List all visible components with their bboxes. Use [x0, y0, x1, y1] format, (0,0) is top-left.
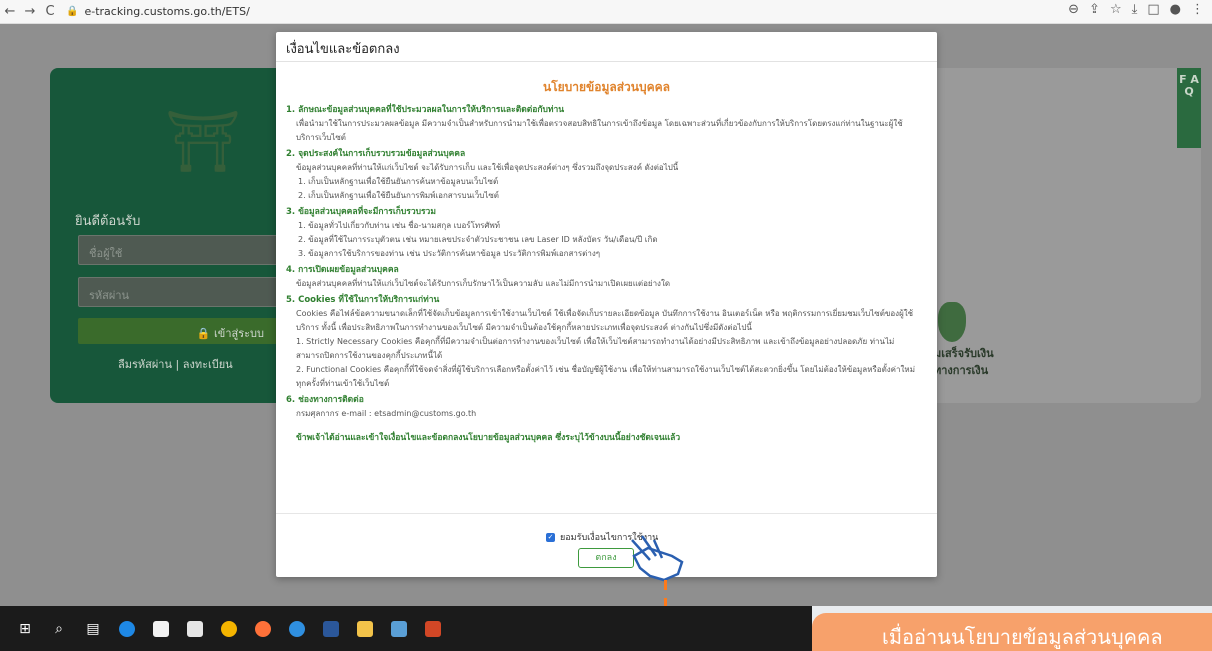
- password-input[interactable]: รหัสผ่าน: [78, 277, 278, 307]
- reload-icon[interactable]: C: [40, 2, 60, 22]
- address-bar[interactable]: 🔒 e-tracking.customs.go.th/ETS/: [66, 5, 250, 18]
- section-text: 2. Functional Cookies คือคุกกี้ที่ใช้จดจ…: [296, 365, 915, 374]
- mail-icon[interactable]: [180, 614, 210, 644]
- download-icon[interactable]: ⤓: [1132, 2, 1138, 17]
- receipt-service-label[interactable]: มเสร็จรับเงิน ทางการเงิน: [934, 345, 994, 379]
- annotation-callout: เมื่ออ่านนโยบายข้อมูลส่วนบุคคล: [812, 613, 1212, 651]
- browser-actions: ⊖ ⇪ ☆ ⤓ □ ● ⋮: [1068, 2, 1204, 17]
- browser-toolbar: ← → C 🔒 e-tracking.customs.go.th/ETS/ ⊖ …: [0, 0, 1212, 24]
- section-text: ข้อมูลส่วนบุคคลที่ท่านให้แก่เว็บไซต์จะได…: [296, 279, 671, 288]
- forgot-register-links[interactable]: ลืมรหัสผ่าน | ลงทะเบียน: [118, 355, 233, 373]
- section-text: สามารถปิดการใช้งานของคุกกี้ประเภทนี้ได้: [296, 351, 443, 360]
- policy-title: นโยบายข้อมูลส่วนบุคคล: [542, 80, 671, 94]
- section-heading: 2. จุดประสงค์ในการเก็บรวบรวมข้อมูลส่วนบุ…: [286, 149, 466, 159]
- section-text: 1. เก็บเป็นหลักฐานเพื่อใช้ยืนยันการค้นหา…: [298, 177, 499, 186]
- edge-icon[interactable]: [112, 614, 142, 644]
- agreement-statement: ข้าพเจ้าได้อ่านและเข้าใจเงื่อนไขและข้อตก…: [296, 433, 681, 443]
- faq-tab[interactable]: F A Q: [1177, 68, 1201, 148]
- section-text: 2. เก็บเป็นหลักฐานเพื่อใช้ยืนยันการพิมพ์…: [298, 191, 499, 200]
- money-bag-icon: [938, 302, 966, 342]
- section-text: บริการ ทั้งนี้ เพื่อประสิทธิภาพในการทำงา…: [296, 323, 752, 332]
- section-text: บริการเว็บไซต์: [296, 133, 346, 142]
- section-text: เพื่อนำมาใช้ในการประมวลผลข้อมูล มีความจำ…: [296, 119, 903, 128]
- section-heading: 5. Cookies ที่ใช้ในการให้บริการแก่ท่าน: [286, 295, 440, 305]
- chrome-icon[interactable]: [214, 614, 244, 644]
- receipt-line-1: มเสร็จรับเงิน: [934, 347, 994, 360]
- modal-title: เงื่อนไขและข้อตกลง: [276, 32, 937, 62]
- photos-icon[interactable]: [384, 614, 414, 644]
- modal-body[interactable]: นโยบายข้อมูลส่วนบุคคล 1. ลักษณะข้อมูลส่ว…: [276, 62, 937, 512]
- section-heading: 6. ช่องทางการติดต่อ: [286, 395, 364, 405]
- back-icon[interactable]: ←: [0, 2, 20, 22]
- ie-icon[interactable]: [282, 614, 312, 644]
- section-text: ข้อมูลส่วนบุคคลที่ท่านให้แก่เว็บไซต์ จะไ…: [296, 163, 679, 172]
- windows-start-icon[interactable]: ⊞: [10, 614, 40, 644]
- section-heading: 3. ข้อมูลส่วนบุคคลที่จะมีการเก็บรวบรวม: [286, 207, 436, 217]
- section-text: ทุกครั้งที่ท่านเข้าใช้เว็บไซต์: [296, 379, 390, 388]
- windows-taskbar: ⊞ ⌕ ▤: [0, 606, 812, 651]
- section-text: 2. ข้อมูลที่ใช้ในการระบุตัวตน เช่น หมายเ…: [298, 235, 658, 244]
- firefox-icon[interactable]: [248, 614, 278, 644]
- search-icon[interactable]: ⌕: [44, 614, 74, 644]
- section-heading: 1. ลักษณะข้อมูลส่วนบุคคลที่ใช้ประมวลผลใน…: [286, 105, 565, 115]
- section-text: 1. ข้อมูลทั่วไปเกี่ยวกับท่าน เช่น ชื่อ-น…: [298, 221, 501, 230]
- section-text: Cookies คือไฟล์ข้อความขนาดเล็กที่ใช้จัดเ…: [296, 309, 914, 318]
- forward-icon[interactable]: →: [20, 2, 40, 22]
- powerpoint-icon[interactable]: [418, 614, 448, 644]
- bookmark-icon[interactable]: ☆: [1110, 2, 1122, 17]
- welcome-heading: ยินดีต้อนรับ: [75, 214, 141, 229]
- sidebar-icon[interactable]: □: [1147, 2, 1159, 17]
- section-heading: 4. การเปิดเผยข้อมูลส่วนบุคคล: [286, 265, 399, 275]
- file-explorer-icon[interactable]: [350, 614, 380, 644]
- section-text: กรมศุลกากร e-mail : etsadmin@customs.go.…: [296, 409, 477, 418]
- task-view-icon[interactable]: ▤: [78, 614, 108, 644]
- profile-icon[interactable]: ●: [1170, 2, 1181, 17]
- terms-modal: เงื่อนไขและข้อตกลง นโยบายข้อมูลส่วนบุคคล…: [276, 32, 937, 577]
- accept-checkbox[interactable]: ✓: [546, 532, 555, 542]
- zoom-icon[interactable]: ⊖: [1068, 2, 1079, 17]
- share-icon[interactable]: ⇪: [1089, 2, 1100, 17]
- store-icon[interactable]: [146, 614, 176, 644]
- customs-crest-icon: ⛩: [164, 107, 242, 177]
- section-text: 1. Strictly Necessary Cookies คือคุกกี้ท…: [296, 337, 895, 346]
- receipt-line-2: ทางการเงิน: [934, 364, 989, 377]
- modal-footer: ✓ ยอมรับเงื่อนไขการใช้งาน ตกลง: [276, 513, 937, 577]
- word-icon[interactable]: [316, 614, 346, 644]
- section-text: 3. ข้อมูลการใช้บริการของท่าน เช่น ประวัต…: [298, 249, 601, 258]
- menu-icon[interactable]: ⋮: [1191, 2, 1204, 17]
- username-input[interactable]: ชื่อผู้ใช้: [78, 235, 278, 265]
- login-button[interactable]: 🔒 เข้าสู่ระบบ: [78, 318, 278, 344]
- lock-icon: 🔒: [66, 6, 79, 17]
- url-text[interactable]: e-tracking.customs.go.th/ETS/: [84, 5, 249, 18]
- pointing-hand-icon: [631, 535, 684, 582]
